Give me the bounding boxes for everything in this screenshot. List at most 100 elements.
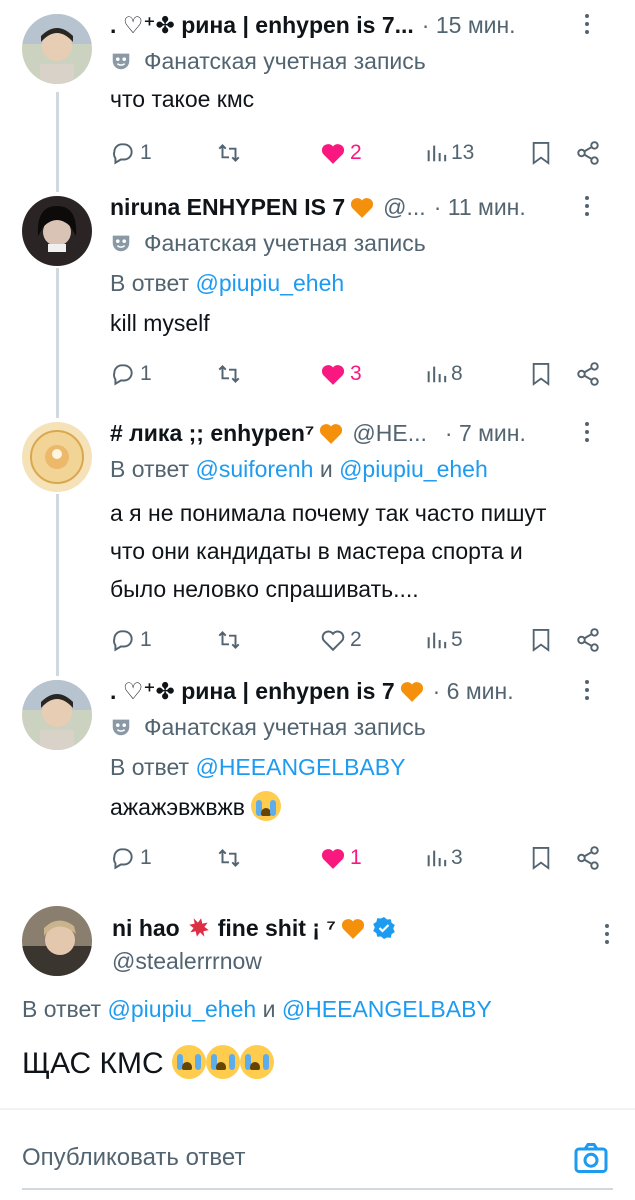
views-icon (427, 850, 447, 867)
reply-icon (113, 848, 133, 870)
reply-button[interactable]: 1 (110, 627, 152, 653)
share-icon (577, 628, 599, 652)
more-options-icon[interactable] (577, 418, 597, 448)
crying-face-emoji (171, 1045, 206, 1079)
retweet-button[interactable] (215, 140, 243, 166)
bookmark-icon (532, 847, 550, 870)
views-button[interactable]: 5 (425, 628, 463, 652)
reply-composer[interactable]: Опубликовать ответ (0, 1130, 635, 1190)
retweet-icon (218, 631, 240, 649)
timestamp[interactable]: · 6 мин. (433, 678, 514, 705)
avatar[interactable] (22, 196, 92, 266)
mention-link[interactable]: @piupiu_eheh (107, 996, 256, 1022)
retweet-button[interactable] (215, 361, 243, 387)
tweet-text: ажажэвжвжв (110, 788, 615, 826)
fan-account-label: Фанатская учетная запись (110, 42, 615, 80)
mention-link[interactable]: @HEEANGELBABY (195, 754, 405, 781)
bookmark-button[interactable] (530, 361, 552, 387)
share-icon (577, 362, 599, 386)
views-icon (427, 366, 447, 383)
bookmark-button[interactable] (530, 627, 552, 653)
share-button[interactable] (575, 140, 601, 166)
composer-underline (22, 1188, 613, 1190)
tweet-actions: 1 2 5 (110, 620, 615, 660)
camera-icon[interactable] (573, 1140, 609, 1176)
avatar[interactable] (22, 680, 92, 750)
fan-account-label: Фанатская учетная запись (110, 708, 615, 746)
like-button[interactable]: 1 (320, 846, 362, 870)
retweet-icon (218, 849, 240, 867)
heart-outline-icon (321, 630, 345, 652)
thread-line (56, 494, 59, 676)
bookmark-button[interactable] (530, 845, 552, 871)
more-options-icon[interactable] (577, 676, 597, 706)
share-icon (577, 846, 599, 870)
mention-link[interactable]: @piupiu_eheh (195, 270, 344, 297)
retweet-button[interactable] (215, 627, 243, 653)
views-button[interactable]: 8 (425, 362, 463, 386)
avatar[interactable] (22, 906, 92, 976)
reply-input[interactable]: Опубликовать ответ (22, 1144, 245, 1172)
reply-button[interactable]: 1 (110, 140, 152, 166)
display-name[interactable]: ni hao (112, 915, 180, 942)
reply-button[interactable]: 1 (110, 845, 152, 871)
timestamp[interactable]: · 15 мин. (422, 12, 516, 39)
reply-icon (113, 143, 133, 165)
more-options-icon[interactable] (577, 10, 597, 40)
views-icon (427, 145, 447, 162)
mask-icon (112, 235, 130, 252)
tweet-text: kill myself (110, 310, 210, 336)
heart-filled-icon (321, 144, 345, 164)
retweet-button[interactable] (215, 845, 243, 871)
like-button[interactable]: 3 (320, 362, 362, 386)
avatar[interactable] (22, 422, 92, 492)
reply-button[interactable]: 1 (110, 361, 152, 387)
handle[interactable]: @stealerrrnow (112, 946, 615, 976)
heart-filled-icon (321, 849, 345, 869)
bookmark-icon (532, 629, 550, 652)
orange-heart-emoji (400, 682, 423, 702)
mask-icon (112, 53, 130, 70)
share-button[interactable] (575, 361, 601, 387)
handle[interactable]: @... (383, 194, 426, 221)
like-button[interactable]: 2 (320, 628, 362, 652)
reply-icon (113, 630, 133, 652)
reply-context: В ответ @HEEANGELBABY (110, 753, 406, 781)
more-options-icon[interactable] (597, 920, 617, 950)
timestamp[interactable]: · 7 мин. (445, 420, 526, 447)
mention-link[interactable]: @piupiu_eheh (339, 456, 488, 483)
bookmark-button[interactable] (530, 140, 552, 166)
tweet-actions: 1 3 8 (110, 354, 615, 394)
display-name[interactable]: . ♡⁺✤ рина | enhypen is 7... (110, 12, 414, 39)
orange-heart-emoji (341, 919, 364, 939)
timestamp[interactable]: · 11 мин. (434, 194, 526, 221)
fan-account-label: Фанатская учетная запись (110, 224, 615, 262)
reply-context: В ответ @piupiu_eheh (110, 269, 345, 297)
views-button[interactable]: 13 (425, 141, 474, 165)
share-button[interactable] (575, 845, 601, 871)
tweet-text: ЩАС КМС (22, 1044, 274, 1084)
handle[interactable]: @HE... (352, 420, 426, 447)
bookmark-icon (532, 142, 550, 165)
views-button[interactable]: 3 (425, 846, 463, 870)
retweet-icon (218, 365, 240, 383)
reply-context: В ответ @piupiu_eheh и @HEEANGELBABY (22, 996, 492, 1022)
display-name[interactable]: . ♡⁺✤ рина | enhypen is 7 (110, 678, 395, 705)
thread-line (56, 92, 59, 192)
more-options-icon[interactable] (577, 192, 597, 222)
mask-icon (112, 719, 130, 736)
display-name[interactable]: # лика ;; enhypen⁷ (110, 420, 314, 447)
display-name[interactable]: niruna ENHYPEN IS 7 (110, 194, 345, 221)
heart-filled-icon (321, 365, 345, 385)
retweet-icon (218, 144, 240, 162)
crying-face-emoji (251, 791, 282, 821)
share-button[interactable] (575, 627, 601, 653)
avatar[interactable] (22, 14, 92, 84)
crying-face-emoji (239, 1045, 274, 1079)
mention-link[interactable]: @HEEANGELBABY (282, 996, 492, 1022)
like-button[interactable]: 2 (320, 141, 362, 165)
crying-face-emoji (205, 1045, 240, 1079)
tweet-text: что такое кмс (110, 86, 255, 112)
mention-link[interactable]: @suiforenh (195, 456, 313, 483)
reply-icon (113, 364, 133, 386)
